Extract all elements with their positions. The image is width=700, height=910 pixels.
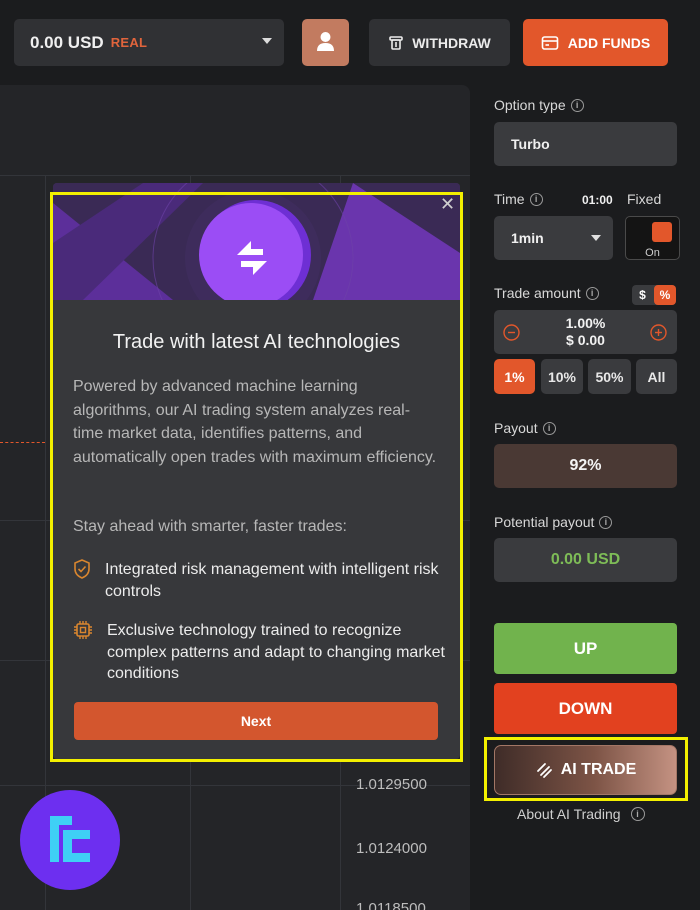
trade-amount-text: Trade amount [494, 285, 581, 301]
withdraw-icon [389, 35, 404, 50]
chevron-down-icon [591, 235, 601, 241]
up-button[interactable]: UP [494, 623, 677, 674]
payout-label: Payout i [494, 420, 556, 436]
y-axis-tick: 1.0124000 [356, 840, 427, 857]
info-icon[interactable]: i [599, 515, 613, 529]
y-axis-tick: 1.0118500 [356, 900, 426, 910]
payout-value: 92% [494, 444, 677, 488]
time-value: 1min [511, 230, 544, 246]
top-bar: 0.00 USD REAL WITHDRAW ADD FUNDS [0, 0, 700, 85]
grid-line [0, 175, 470, 176]
time-text: Time [494, 191, 525, 207]
toggle-knob [652, 222, 672, 242]
info-icon: i [630, 807, 645, 821]
user-icon [317, 32, 334, 51]
chevron-down-icon [262, 38, 272, 44]
percent-option-1[interactable]: 1% [494, 359, 535, 394]
toggle-state: On [645, 247, 660, 259]
add-funds-label: ADD FUNDS [567, 34, 651, 51]
amount-mode-toggle[interactable]: $ % [632, 285, 676, 305]
user-avatar-button[interactable] [302, 19, 349, 66]
trade-amount-input[interactable]: 1.00% $ 0.00 [494, 310, 677, 354]
info-icon[interactable]: i [570, 98, 584, 112]
option-type-label: Option type i [494, 97, 584, 113]
about-ai-text: About AI Trading [517, 806, 621, 822]
add-funds-button[interactable]: ADD FUNDS [523, 19, 668, 66]
popup-highlight [50, 192, 463, 762]
info-icon[interactable]: i [529, 192, 543, 206]
brand-logo [20, 790, 120, 890]
potential-payout-text: Potential payout [494, 514, 595, 530]
info-icon[interactable]: i [585, 286, 599, 300]
y-axis-tick: 1.0129500 [356, 776, 427, 793]
ai-sync-icon [536, 763, 552, 778]
plus-icon[interactable] [650, 324, 667, 341]
fixed-label: Fixed [627, 191, 662, 207]
percent-option-50[interactable]: 50% [588, 359, 631, 394]
about-ai-trading-link[interactable]: About AI Trading i [517, 806, 645, 822]
percent-mode[interactable]: % [654, 285, 676, 305]
info-icon[interactable]: i [542, 421, 556, 435]
time-select[interactable]: 1min [494, 216, 613, 260]
option-type-value: Turbo [511, 136, 550, 152]
withdraw-label: WITHDRAW [412, 34, 491, 51]
fixed-toggle[interactable]: On [625, 216, 680, 260]
brand-logo-mark [50, 816, 90, 862]
time-label: Time i [494, 191, 543, 207]
account-type: REAL [110, 35, 148, 50]
current-price-line [0, 442, 45, 443]
ai-trade-button[interactable]: AI TRADE [494, 745, 677, 795]
potential-payout-label: Potential payout i [494, 514, 613, 530]
potential-payout-value: 0.00 USD [494, 538, 677, 582]
currency-mode[interactable]: $ [632, 285, 653, 305]
payout-text: Payout [494, 420, 538, 436]
option-type-select[interactable]: Turbo [494, 122, 677, 166]
wallet-icon [541, 35, 559, 50]
time-countdown: 01:00 [582, 193, 613, 207]
balance-amount: 0.00 USD [30, 32, 104, 52]
balance-selector[interactable]: 0.00 USD REAL [14, 19, 284, 66]
down-button[interactable]: DOWN [494, 683, 677, 734]
percent-option-all[interactable]: All [636, 359, 677, 394]
ai-trade-label: AI TRADE [560, 761, 637, 778]
percent-option-10[interactable]: 10% [541, 359, 583, 394]
option-type-text: Option type [494, 97, 566, 113]
trade-amount-label: Trade amount i [494, 285, 599, 301]
withdraw-button[interactable]: WITHDRAW [369, 19, 510, 66]
